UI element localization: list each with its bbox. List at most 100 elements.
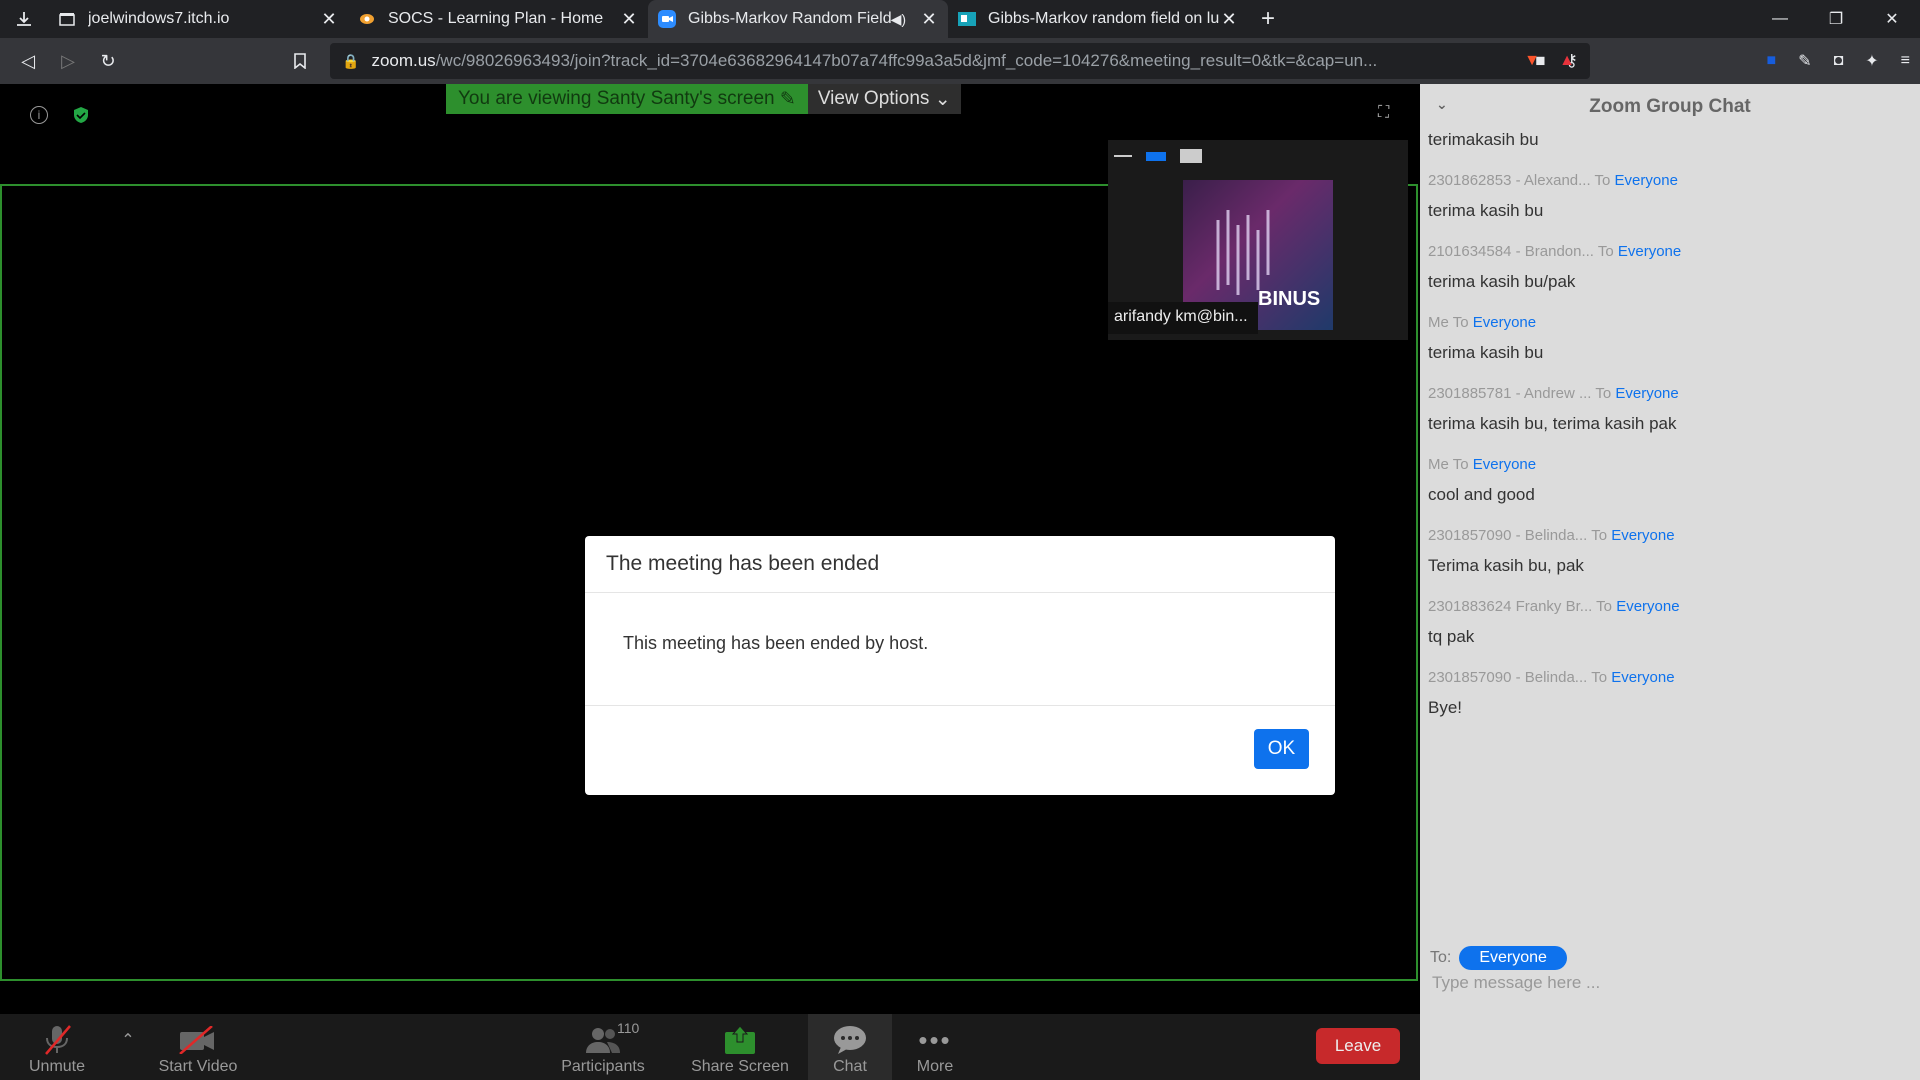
tab-title: SOCS - Learning Plan - Home [388, 10, 604, 27]
chevron-down-icon: ⌄ [934, 88, 951, 110]
bitwarden-icon[interactable]: ■ [1767, 52, 1777, 70]
back-icon[interactable]: ◁ [8, 38, 48, 84]
forward-icon[interactable]: ▷ [48, 38, 88, 84]
extensions-area: ▼ ▲ ■ ✎ ◘ ✦ ≡ [1524, 38, 1910, 84]
ok-button[interactable]: OK [1254, 729, 1309, 769]
chat-button[interactable]: Chat [808, 1014, 892, 1080]
tab-title: Gibbs-Markov Random Field o [688, 10, 891, 27]
fullscreen-icon[interactable]: ⛶ [1378, 104, 1389, 122]
menu-icon[interactable]: ≡ [1901, 52, 1910, 70]
active-speaker-view-icon[interactable] [1146, 151, 1166, 161]
leave-button[interactable]: Leave [1316, 1028, 1400, 1064]
chat-message: Me To Everyone terima kasih bu [1420, 314, 1920, 363]
brave-shield-icon[interactable]: ▼ [1524, 52, 1540, 70]
chat-title: Zoom Group Chat [1589, 96, 1751, 117]
chat-message-input[interactable]: Type message here ... [1432, 973, 1600, 993]
close-icon[interactable]: ✕ [620, 9, 638, 30]
close-icon[interactable]: ✕ [320, 9, 338, 30]
message-text: terimakasih bu [1428, 130, 1539, 149]
chat-message: 2301883624 Franky Br... To Everyone tq p… [1420, 598, 1920, 647]
lock-icon: 🔒 [342, 52, 360, 69]
chat-bubble-icon [833, 1022, 867, 1058]
participants-button[interactable]: 110 Participants [558, 1014, 648, 1080]
info-icon[interactable]: i [30, 106, 48, 124]
window-controls: — ❐ ✕ [1752, 0, 1920, 38]
collapse-chevron-icon[interactable]: ⌄ [1436, 96, 1448, 113]
doc-icon [958, 10, 976, 28]
message-recipient[interactable]: Everyone [1616, 598, 1679, 615]
dialog-title: The meeting has been ended [585, 536, 1335, 593]
muted-mic-icon [42, 1022, 72, 1058]
browser-toolbar: ◁ ▷ ↻ 🔒 zoom.us/wc/98026963493/join?trac… [0, 38, 1920, 84]
chat-message: 2301885781 - Andrew ... To Everyone teri… [1420, 385, 1920, 434]
message-text: tq pak [1428, 627, 1475, 646]
chat-message: terimakasih bu [1420, 130, 1920, 150]
message-sender: Me [1428, 456, 1449, 473]
message-recipient[interactable]: Everyone [1615, 172, 1678, 189]
tab-title: Gibbs-Markov random field on lun [988, 10, 1220, 27]
bookmark-icon[interactable] [280, 38, 320, 84]
meeting-ended-dialog: The meeting has been ended This meeting … [585, 536, 1335, 795]
restore-icon[interactable]: ❐ [1808, 0, 1864, 38]
recipient-selector: To: Everyone [1430, 946, 1567, 970]
tab-zoom[interactable]: Gibbs-Markov Random Field o ◀) ✕ [648, 0, 948, 38]
new-tab-button[interactable]: + [1248, 0, 1288, 38]
participants-icon: 110 [585, 1020, 639, 1058]
minimize-video-icon[interactable] [1114, 155, 1132, 157]
message-sender: Me [1428, 314, 1449, 331]
chat-message: 2101634584 - Brandon... To Everyone teri… [1420, 243, 1920, 292]
zoom-icon [658, 10, 676, 28]
message-text: terima kasih bu, terima kasih pak [1428, 414, 1677, 433]
security-shield-icon[interactable] [73, 106, 89, 129]
message-text: terima kasih bu/pak [1428, 272, 1576, 291]
recipient-dropdown[interactable]: Everyone [1459, 946, 1567, 970]
chat-message: 2301857090 - Belinda... To Everyone Bye! [1420, 669, 1920, 718]
message-recipient[interactable]: Everyone [1473, 456, 1536, 473]
download-icon[interactable] [0, 0, 48, 38]
url-path: /wc/98026963493/join?track_id=3704e63682… [435, 51, 1378, 70]
message-recipient[interactable]: Everyone [1618, 243, 1681, 260]
message-recipient[interactable]: Everyone [1473, 314, 1536, 331]
extension-icon[interactable]: ✎ [1798, 51, 1811, 71]
message-sender: 2101634584 - Brandon... [1428, 243, 1594, 260]
speaker-icon[interactable]: ◀) [891, 11, 906, 28]
itch-icon [58, 10, 76, 28]
message-text: cool and good [1428, 485, 1535, 504]
address-bar[interactable]: 🔒 zoom.us/wc/98026963493/join?track_id=3… [330, 43, 1590, 79]
audio-options-chevron-icon[interactable]: ⌃ [118, 1014, 138, 1080]
reload-icon[interactable]: ↻ [88, 38, 128, 84]
message-sender: 2301862853 - Alexand... [1428, 172, 1591, 189]
dialog-message: This meeting has been ended by host. [585, 593, 1335, 706]
message-text: terima kasih bu [1428, 343, 1544, 362]
message-sender: 2301883624 Franky Br... [1428, 598, 1593, 615]
meeting-area: i You are viewing Santy Santy's screen ✎… [0, 84, 1420, 1014]
unmute-button[interactable]: Unmute [22, 1014, 92, 1080]
message-recipient[interactable]: Everyone [1611, 527, 1674, 544]
puzzle-icon[interactable]: ✦ [1865, 51, 1878, 71]
more-button[interactable]: ••• More [900, 1014, 970, 1080]
close-icon[interactable]: ✕ [1220, 9, 1238, 30]
browser-tab-bar: joelwindows7.itch.io ✕ SOCS - Learning P… [0, 0, 1920, 38]
participants-count: 110 [617, 1020, 640, 1036]
view-options-button[interactable]: View Options ⌄ [807, 84, 961, 114]
tab-itch[interactable]: joelwindows7.itch.io ✕ [48, 0, 348, 38]
minimize-icon[interactable]: — [1752, 0, 1808, 38]
socs-icon [358, 10, 376, 28]
message-recipient[interactable]: Everyone [1611, 669, 1674, 686]
tab-doc[interactable]: Gibbs-Markov random field on lun ✕ [948, 0, 1248, 38]
message-recipient[interactable]: Everyone [1615, 385, 1678, 402]
brave-rewards-icon[interactable]: ▲ [1559, 52, 1575, 70]
lightbulb-icon[interactable]: ◘ [1834, 52, 1844, 70]
message-text: Terima kasih bu, pak [1428, 556, 1584, 575]
gallery-view-icon[interactable] [1180, 149, 1202, 163]
to-label: To: [1430, 949, 1452, 966]
close-icon[interactable]: ✕ [920, 9, 938, 30]
message-sender: 2301857090 - Belinda... [1428, 527, 1588, 544]
tab-socs[interactable]: SOCS - Learning Plan - Home ✕ [348, 0, 648, 38]
video-thumbnail[interactable]: BINUS arifandy km@bin... [1108, 140, 1408, 340]
start-video-button[interactable]: Start Video [158, 1014, 238, 1080]
share-screen-button[interactable]: Share Screen [690, 1014, 790, 1080]
close-window-icon[interactable]: ✕ [1864, 0, 1920, 38]
chat-message: 2301862853 - Alexand... To Everyone teri… [1420, 172, 1920, 221]
chat-message: Me To Everyone cool and good [1420, 456, 1920, 505]
